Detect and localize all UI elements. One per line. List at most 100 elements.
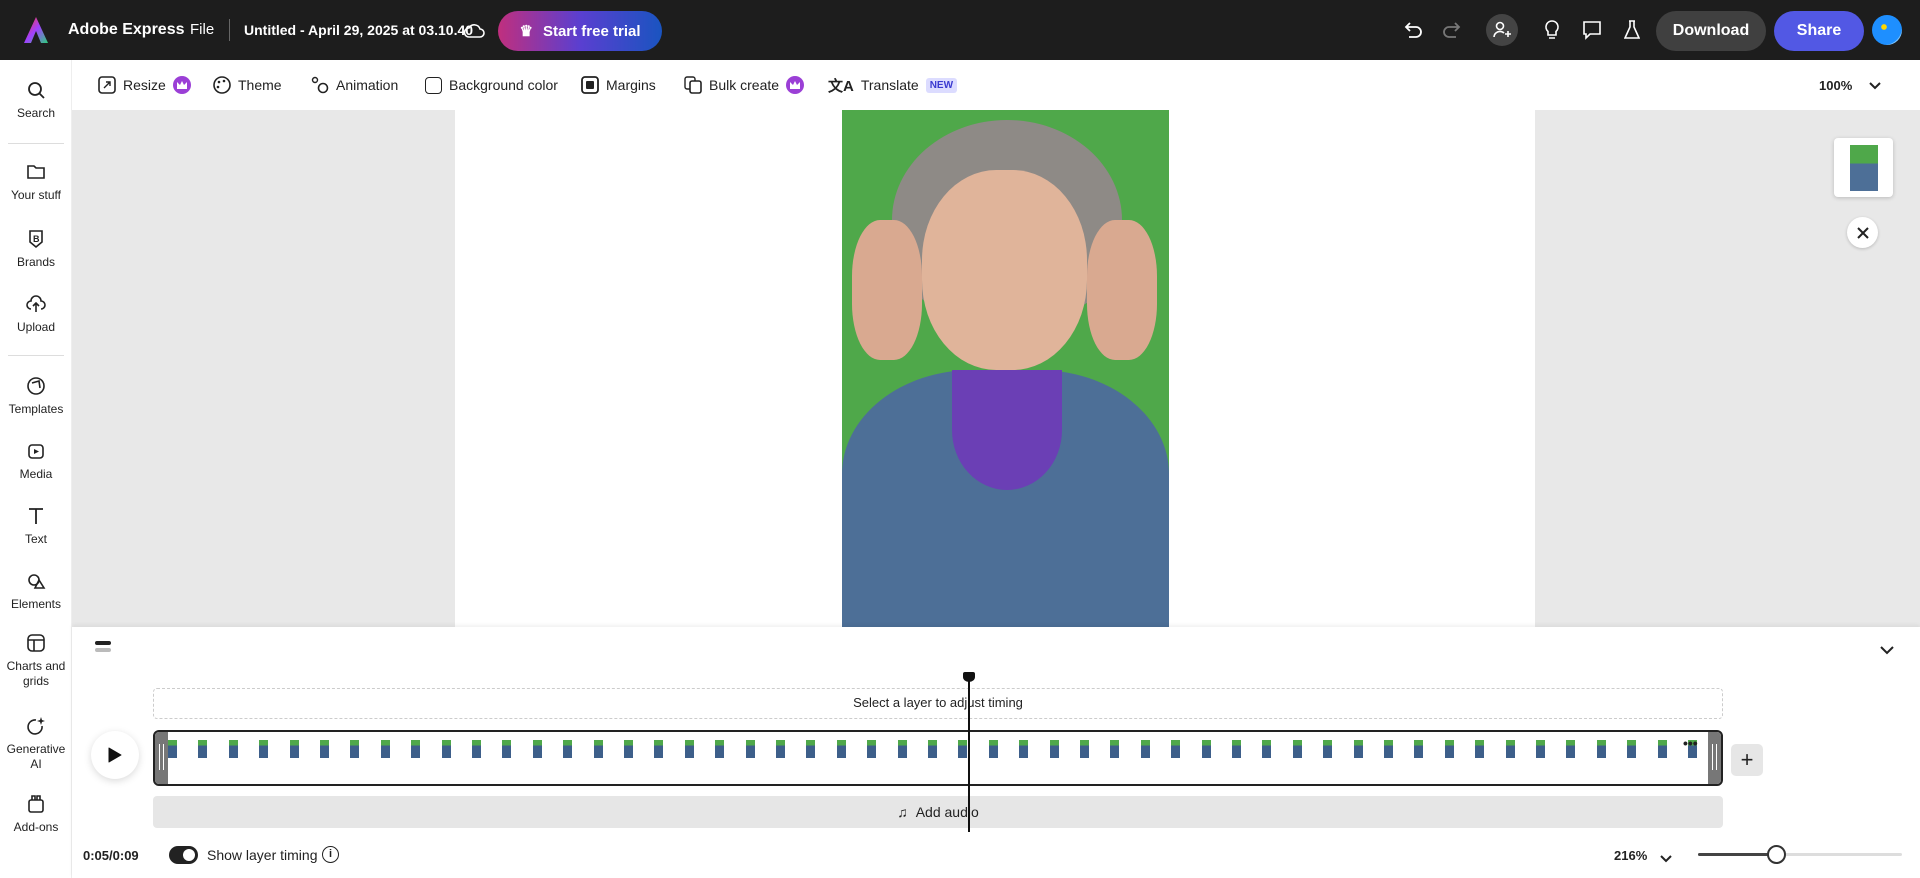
add-track-button[interactable]: + xyxy=(1731,744,1763,776)
sidebar-item-elements[interactable]: Elements xyxy=(0,571,72,612)
close-button[interactable] xyxy=(1847,217,1878,248)
background-color-tool[interactable]: Background color xyxy=(425,60,558,110)
time-readout: 0:05/0:09 xyxy=(83,848,139,863)
invite-user-icon[interactable] xyxy=(1486,14,1518,46)
play-button[interactable] xyxy=(91,731,139,779)
close-icon xyxy=(1856,226,1869,239)
new-badge: NEW xyxy=(925,77,958,93)
bulk-create-tool[interactable]: Bulk create xyxy=(684,60,805,110)
sidebar-item-label: Charts and grids xyxy=(6,659,66,688)
resize-tool[interactable]: Resize xyxy=(98,60,191,110)
sidebar-item-add-ons[interactable]: Add-ons xyxy=(0,794,72,835)
clip-frame-thumbnail xyxy=(563,740,573,758)
templates-icon xyxy=(27,377,45,395)
media-icon xyxy=(28,444,44,459)
add-audio-button[interactable]: ♫ Add audio xyxy=(153,796,1723,828)
sidebar-item-label: Add-ons xyxy=(13,820,59,834)
color-swatch-icon xyxy=(425,76,442,94)
svg-text:B: B xyxy=(33,234,40,244)
translate-tool[interactable]: 文A Translate NEW xyxy=(828,60,958,110)
margins-tool[interactable]: Margins xyxy=(581,60,656,110)
clip-frame-thumbnail xyxy=(1627,740,1637,758)
document-title[interactable]: Untitled - April 29, 2025 at 03.10.40 xyxy=(244,0,473,60)
clip-frame-thumbnail xyxy=(320,740,329,758)
sidebar-item-your-stuff[interactable]: Your stuff xyxy=(0,162,72,203)
clip-more-options-icon[interactable]: ••• xyxy=(1683,735,1698,751)
crown-icon: ♛ xyxy=(519,23,533,40)
sidebar-item-label: Your stuff xyxy=(10,188,62,202)
bulk-create-label: Bulk create xyxy=(709,77,780,93)
clip-frame-thumbnail xyxy=(198,740,208,758)
clip-frame-thumbnail xyxy=(380,740,390,758)
clip-frame-thumbnail xyxy=(1596,740,1606,758)
sidebar-item-templates[interactable]: Templates xyxy=(0,376,72,417)
video-clip-track[interactable] xyxy=(153,730,1723,786)
clip-trim-handle-left[interactable] xyxy=(155,732,168,784)
redo-icon[interactable] xyxy=(1437,15,1467,45)
resize-icon xyxy=(98,76,116,94)
clip-frame-thumbnail xyxy=(441,740,451,758)
chevron-down-icon xyxy=(1869,78,1881,93)
timeline-zoom-value[interactable]: 216% xyxy=(1614,848,1647,863)
sidebar-item-brands[interactable]: B Brands xyxy=(0,229,72,270)
timeline-collapse-handle-icon[interactable] xyxy=(95,641,111,653)
sidebar-item-upload[interactable]: Upload xyxy=(0,294,72,335)
clip-frame-thumbnail xyxy=(806,740,816,758)
chevron-down-icon[interactable] xyxy=(1660,850,1672,868)
show-layer-timing-toggle[interactable] xyxy=(169,846,198,864)
margins-icon xyxy=(581,76,599,94)
margins-label: Margins xyxy=(606,77,656,93)
zoom-dropdown[interactable]: 100% xyxy=(1819,60,1881,110)
clip-trim-handle-right[interactable] xyxy=(1708,732,1721,784)
download-button[interactable]: Download xyxy=(1656,11,1766,51)
sidebar-item-label: Text xyxy=(24,532,47,546)
sidebar-item-label: Upload xyxy=(16,320,56,334)
clip-frame-thumbnail xyxy=(1566,740,1576,758)
premium-crown-icon xyxy=(786,76,805,94)
share-button[interactable]: Share xyxy=(1774,11,1864,51)
background-color-label: Background color xyxy=(449,77,558,93)
divider xyxy=(229,19,230,41)
search-icon xyxy=(28,82,45,99)
sidebar-item-charts-and-grids[interactable]: Charts and grids xyxy=(0,633,72,689)
clip-frame-thumbnail xyxy=(593,740,603,758)
clip-frame-thumbnail xyxy=(988,740,998,758)
theme-label: Theme xyxy=(238,77,282,93)
clip-frame-thumbnail xyxy=(776,740,785,758)
clip-frame-thumbnail xyxy=(1171,740,1181,758)
sidebar-item-media[interactable]: Media xyxy=(0,441,72,482)
photo-elderly-woman[interactable] xyxy=(842,110,1169,627)
layer-timing-hint: Select a layer to adjust timing xyxy=(153,688,1723,719)
sidebar-item-search[interactable]: Search xyxy=(0,80,72,121)
comment-icon[interactable] xyxy=(1577,15,1607,45)
file-menu[interactable]: File xyxy=(190,0,214,60)
clip-frame-thumbnail xyxy=(472,740,481,758)
clip-frame-thumbnail xyxy=(1444,740,1454,758)
lightbulb-icon[interactable] xyxy=(1537,15,1567,45)
clip-frame-thumbnail xyxy=(1110,740,1120,758)
show-layer-timing-label: Show layer timing xyxy=(207,847,318,863)
chevron-down-icon[interactable] xyxy=(1880,642,1894,660)
app-name: Adobe Express xyxy=(68,21,185,38)
sidebar-item-text[interactable]: Text xyxy=(0,506,72,547)
clip-frame-thumbnail xyxy=(928,740,937,758)
flask-icon[interactable] xyxy=(1617,15,1647,45)
page-thumbnail[interactable] xyxy=(1834,138,1893,197)
clip-frame-thumbnail xyxy=(1080,740,1089,758)
cloud-icon[interactable] xyxy=(459,15,489,45)
user-avatar[interactable] xyxy=(1872,15,1902,45)
theme-tool[interactable]: Theme xyxy=(213,60,282,110)
playhead[interactable] xyxy=(963,672,976,832)
clip-frame-thumbnail xyxy=(654,740,664,758)
slider-knob[interactable] xyxy=(1766,845,1786,864)
sidebar-item-generative-ai[interactable]: Generative AI xyxy=(0,716,72,772)
timeline-zoom-slider[interactable] xyxy=(1698,845,1902,864)
clip-frame-thumbnail xyxy=(1414,740,1424,758)
clip-frame-thumbnail xyxy=(745,740,755,758)
clip-frame-thumbnail xyxy=(1384,740,1393,758)
animation-tool[interactable]: Animation xyxy=(311,60,398,110)
adobe-express-logo[interactable] xyxy=(24,17,48,43)
undo-icon[interactable] xyxy=(1398,15,1428,45)
start-free-trial-button[interactable]: ♛ Start free trial xyxy=(498,11,662,51)
info-icon[interactable]: i xyxy=(322,846,339,863)
